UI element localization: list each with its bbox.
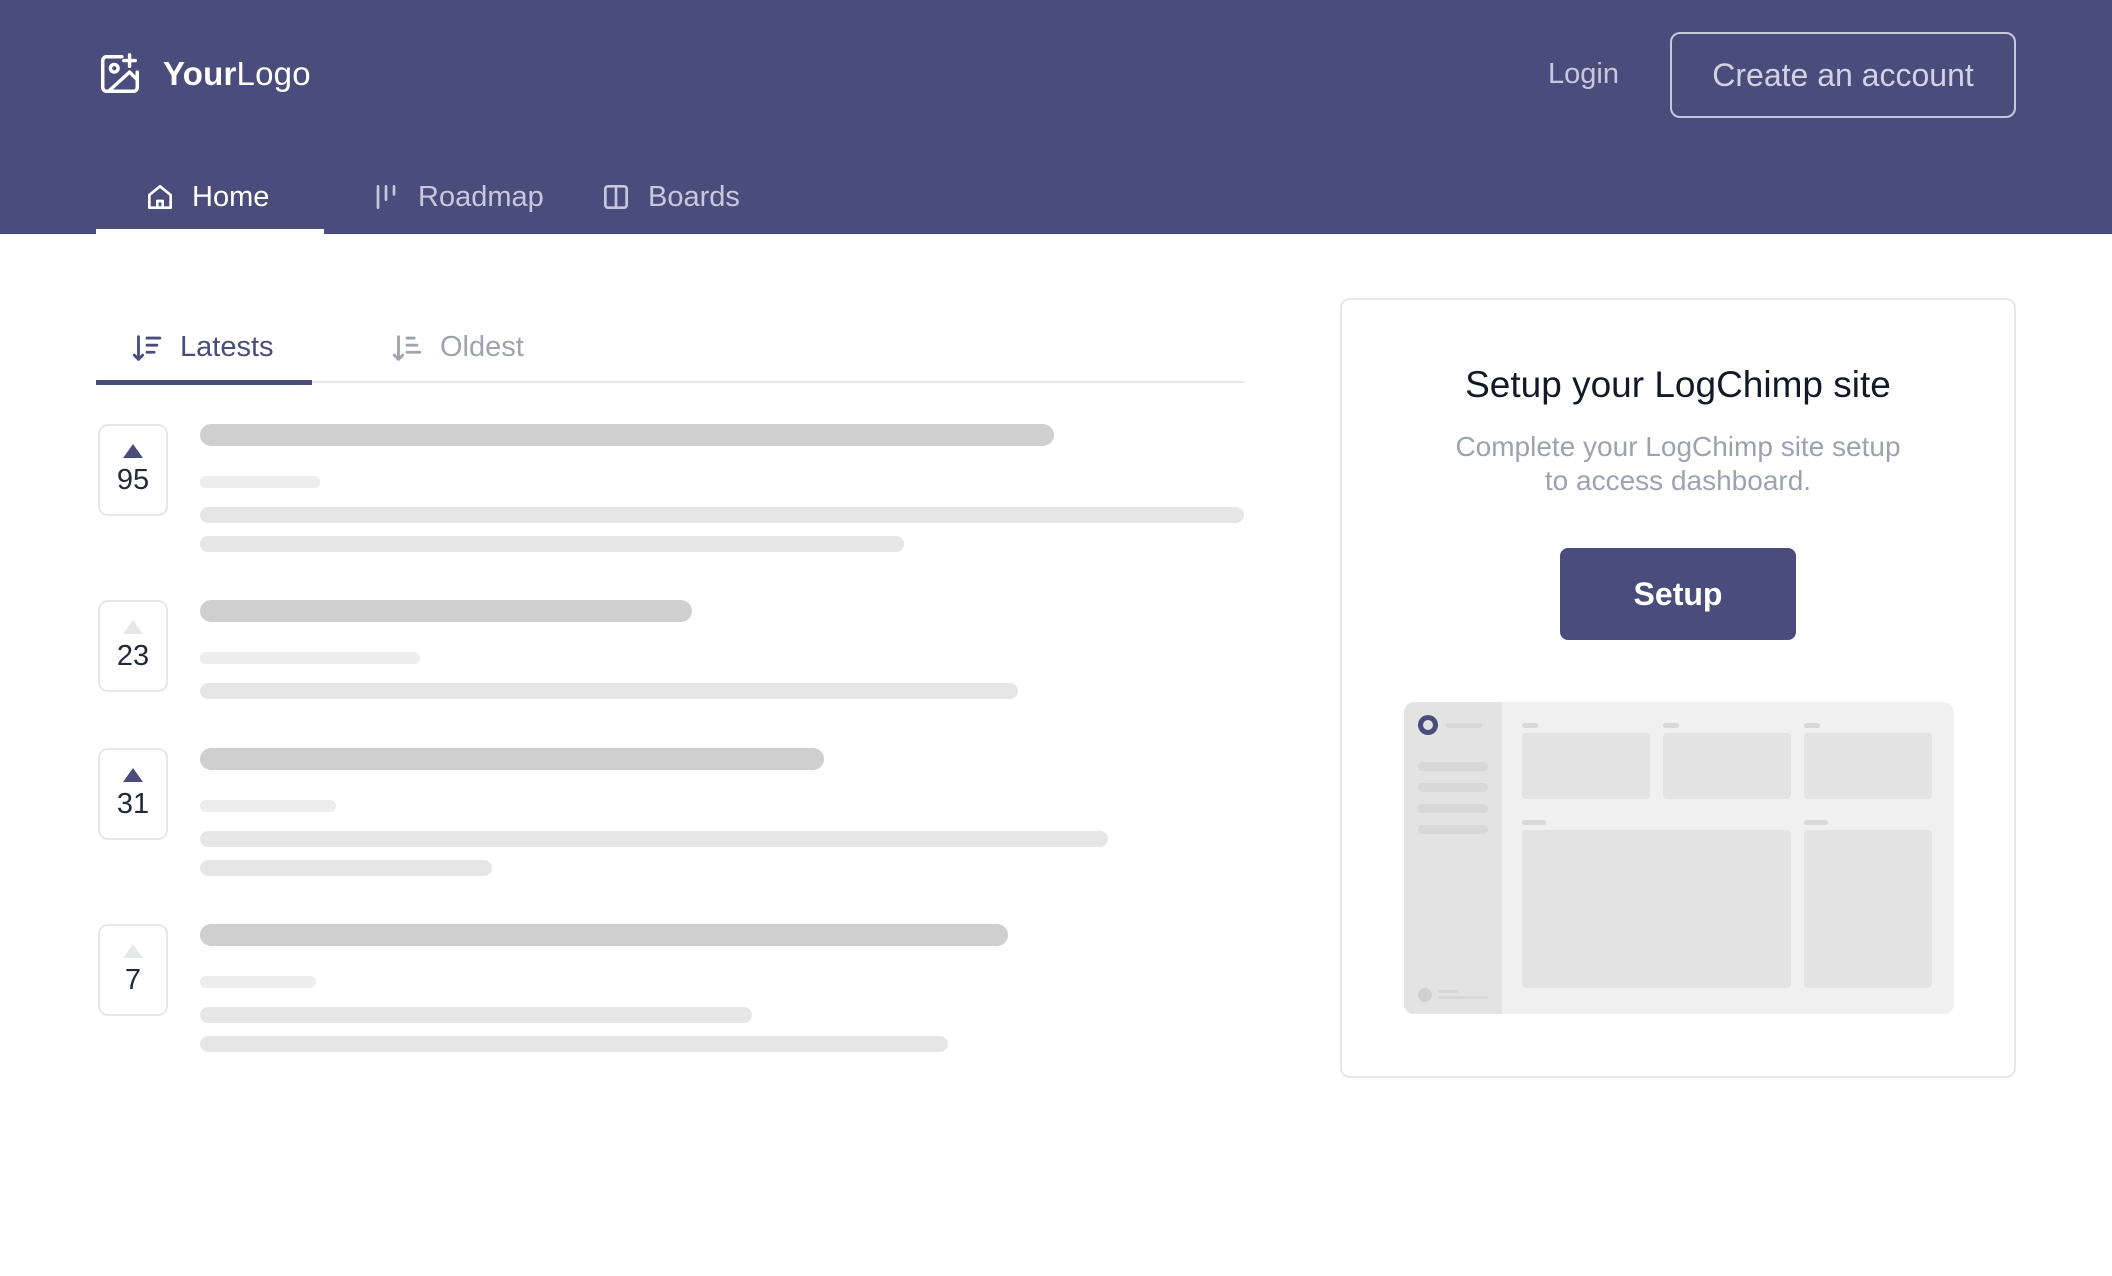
upvote-button[interactable]: 7 xyxy=(98,924,168,1016)
upvote-arrow-icon xyxy=(123,443,143,458)
tab-roadmap[interactable]: Roadmap xyxy=(324,160,600,234)
preview-bar xyxy=(1438,990,1458,993)
vote-count: 7 xyxy=(124,963,142,996)
post-title-placeholder xyxy=(200,600,692,622)
post-meta-placeholder xyxy=(200,652,420,664)
tab-oldest[interactable]: Oldest xyxy=(390,312,524,383)
tab-boards[interactable]: Boards xyxy=(600,160,740,234)
preview-panel xyxy=(1663,733,1791,799)
vote-count: 23 xyxy=(116,639,150,672)
tab-home[interactable]: Home xyxy=(96,160,324,234)
upvote-button[interactable]: 31 xyxy=(98,748,168,840)
upvote-button[interactable]: 23 xyxy=(98,600,168,692)
preview-sidebar xyxy=(1404,702,1502,1014)
brand-logo[interactable]: YourLogo xyxy=(97,50,311,98)
sort-descending-icon xyxy=(132,334,162,361)
image-plus-icon xyxy=(101,53,139,93)
preview-bar xyxy=(1446,723,1482,728)
preview-bar xyxy=(1804,723,1820,728)
home-icon xyxy=(148,185,172,209)
preview-logo-icon xyxy=(1418,715,1438,735)
tab-home-label: Home xyxy=(192,180,270,213)
list-item: 7 xyxy=(98,924,1244,1054)
sort-ascending-icon xyxy=(392,334,422,361)
upvote-button[interactable]: 95 xyxy=(98,424,168,516)
preview-bar xyxy=(1804,820,1828,825)
preview-avatar-icon xyxy=(1418,988,1432,1002)
preview-panel xyxy=(1522,733,1650,799)
tab-roadmap-label: Roadmap xyxy=(418,180,544,213)
post-meta-placeholder xyxy=(200,976,316,988)
vote-count: 31 xyxy=(116,787,150,820)
upvote-arrow-icon xyxy=(123,619,143,634)
setup-card: Setup your LogChimp site Complete your L… xyxy=(1340,298,2016,1078)
preview-panel xyxy=(1804,733,1932,799)
tab-boards-label: Boards xyxy=(648,180,740,213)
post-body-placeholder xyxy=(200,507,1244,523)
post-body-placeholder xyxy=(200,683,1018,699)
tab-oldest-label: Oldest xyxy=(440,331,524,363)
preview-bar xyxy=(1522,820,1546,825)
post-body-placeholder xyxy=(200,1007,752,1023)
post-title-placeholder xyxy=(200,924,1008,946)
setup-button[interactable]: Setup xyxy=(1560,548,1796,640)
boards-icon xyxy=(604,185,628,209)
sort-tabs: Latests Oldest xyxy=(96,312,1244,385)
list-item: 23 xyxy=(98,600,1244,700)
main-nav: Home Roadmap Boards xyxy=(96,160,740,234)
setup-card-title: Setup your LogChimp site xyxy=(1465,364,1891,405)
preview-bar xyxy=(1418,825,1488,834)
preview-bar xyxy=(1522,723,1538,728)
post-body-placeholder xyxy=(200,831,1108,847)
preview-panel xyxy=(1522,830,1791,988)
post-title-placeholder xyxy=(200,748,824,770)
upvote-arrow-icon xyxy=(123,943,143,958)
create-account-button[interactable]: Create an account xyxy=(1670,32,2016,118)
post-meta-placeholder xyxy=(200,476,320,488)
post-meta-placeholder xyxy=(200,800,336,812)
site-header: YourLogo Login Create an account Home Ro… xyxy=(0,0,2112,234)
post-body-placeholder xyxy=(200,1036,948,1052)
preview-bar xyxy=(1438,996,1488,999)
preview-bar xyxy=(1418,783,1488,792)
post-body-placeholder xyxy=(200,860,492,876)
setup-card-subtitle: Complete your LogChimp site setup to acc… xyxy=(1455,431,1901,496)
list-item: 95 xyxy=(98,424,1244,554)
dashboard-preview-illustration xyxy=(1404,702,1954,1014)
list-item: 31 xyxy=(98,748,1244,878)
preview-bar xyxy=(1663,723,1679,728)
tab-latests-label: Latests xyxy=(180,331,274,363)
preview-bar xyxy=(1418,804,1488,813)
post-title-placeholder xyxy=(200,424,1054,446)
roadmap-icon xyxy=(376,185,396,209)
post-body-placeholder xyxy=(200,536,904,552)
vote-count: 95 xyxy=(116,463,150,496)
tab-latests[interactable]: Latests xyxy=(96,312,312,385)
brand-name: YourLogo xyxy=(163,55,311,92)
upvote-arrow-icon xyxy=(123,767,143,782)
login-link[interactable]: Login xyxy=(1548,58,1619,91)
preview-bar xyxy=(1418,762,1488,771)
preview-panel xyxy=(1804,830,1932,988)
